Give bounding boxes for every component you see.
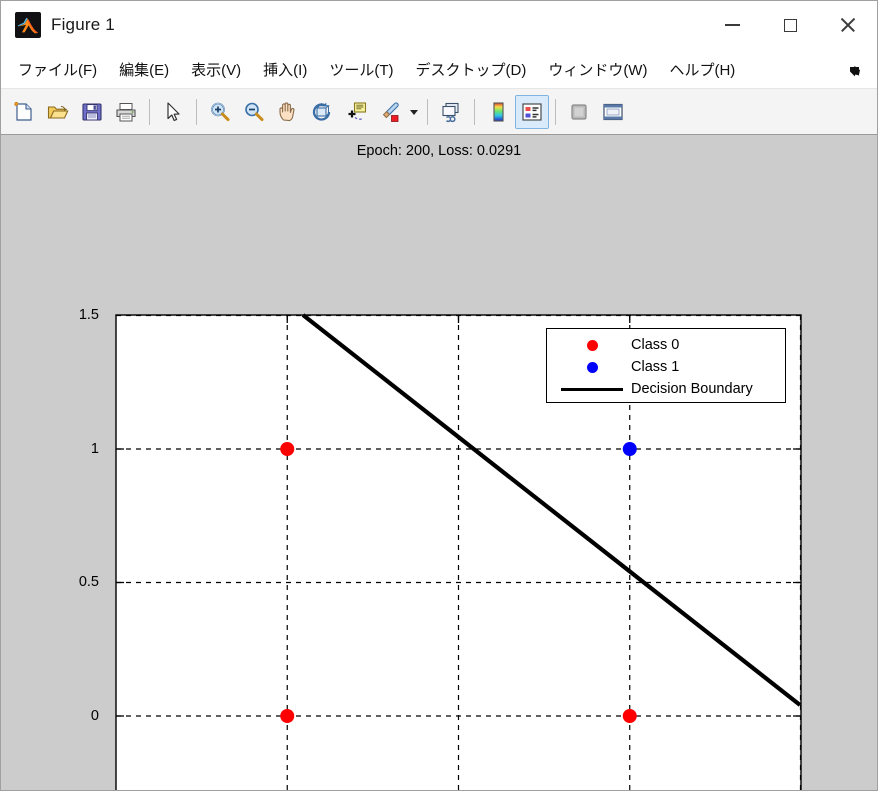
brush-icon: [382, 101, 399, 122]
legend-icon: [522, 102, 542, 121]
show-plot-tools-button[interactable]: [596, 95, 630, 129]
plot-tools-on-icon: [603, 103, 623, 120]
rotate-3d-icon: [312, 102, 331, 121]
red-dot-icon: [586, 339, 598, 351]
legend-key-class-1: [553, 361, 631, 373]
open-folder-icon: [47, 105, 69, 119]
legend-entry-decision-boundary: Decision Boundary: [553, 378, 777, 400]
link-plot-button[interactable]: [434, 95, 468, 129]
toolbar-separator: [474, 98, 475, 125]
y-tick-label-1: 1: [90, 441, 99, 457]
legend-key-decision-boundary: [553, 387, 631, 391]
toolbar-separator: [196, 98, 197, 125]
black-line-icon: [561, 387, 623, 391]
maximize-button[interactable]: [761, 1, 819, 49]
toolbar-separator: [149, 98, 150, 125]
pan-button[interactable]: [271, 95, 305, 129]
caret-down-icon: [410, 109, 418, 115]
toolbar-separator: [427, 98, 428, 125]
zoom-out-button[interactable]: [237, 95, 271, 129]
menu-window[interactable]: ウィンドウ(W): [537, 55, 658, 84]
hide-plot-tools-button[interactable]: [562, 95, 596, 129]
menu-bar: ファイル(F) 編集(E) 表示(V) 挿入(I) ツール(T) デスクトップ(…: [1, 50, 877, 89]
maximize-icon: [783, 18, 797, 32]
zoom-in-button[interactable]: [203, 95, 237, 129]
minimize-icon: [724, 24, 740, 26]
data-tip-icon: [348, 101, 367, 120]
pointer-button[interactable]: [156, 95, 190, 129]
toolbar: [1, 89, 877, 135]
plot-svg: [115, 313, 802, 790]
magnifier-plus-icon: [211, 102, 230, 121]
save-figure-button[interactable]: [75, 95, 109, 129]
brush-button[interactable]: [373, 95, 407, 129]
legend-entry-class-1: Class 1: [553, 356, 777, 378]
hand-icon: [279, 101, 295, 121]
menu-tools[interactable]: ツール(T): [318, 55, 404, 84]
legend-entry-class-0: Class 0: [553, 334, 777, 356]
menu-desktop[interactable]: デスクトップ(D): [404, 55, 537, 84]
menu-edit[interactable]: 編集(E): [108, 55, 180, 84]
class-1-points: [622, 442, 637, 456]
menu-view[interactable]: 表示(V): [180, 55, 252, 84]
toolbar-separator: [555, 98, 556, 125]
legend-label-decision-boundary: Decision Boundary: [631, 381, 753, 397]
brush-color-dropdown[interactable]: [407, 95, 421, 129]
legend-label-class-1: Class 1: [631, 359, 680, 375]
colorbar-button[interactable]: [481, 95, 515, 129]
floppy-save-icon: [82, 102, 102, 121]
minimize-button[interactable]: [703, 1, 761, 49]
open-file-button[interactable]: [41, 95, 75, 129]
print-figure-button[interactable]: [109, 95, 143, 129]
y-tick-label-1.5: 1.5: [78, 307, 99, 323]
figure-canvas[interactable]: Epoch: 200, Loss: 0.0291 1.5 1 0.5 0 Cla…: [1, 135, 877, 790]
legend-key-class-0: [553, 339, 631, 351]
blue-dot-icon: [586, 361, 598, 373]
plot-legend[interactable]: Class 0 Class 1 Decision Boundary: [546, 328, 786, 403]
new-document-icon: [14, 101, 32, 121]
figure-window: Figure 1 ファイル(F) 編集(E) 表示(V) 挿入(I) ツール(T…: [0, 0, 878, 791]
new-figure-button[interactable]: [7, 95, 41, 129]
menu-insert[interactable]: 挿入(I): [252, 55, 318, 84]
menu-file[interactable]: ファイル(F): [7, 55, 108, 84]
data-cursor-button[interactable]: [339, 95, 373, 129]
window-title: Figure 1: [51, 15, 115, 34]
plot-tools-off-icon: [571, 103, 587, 120]
rotate-3d-button[interactable]: [305, 95, 339, 129]
legend-label-class-0: Class 0: [631, 337, 680, 353]
magnifier-minus-icon: [245, 102, 264, 121]
printer-icon: [116, 102, 136, 121]
close-button[interactable]: [819, 1, 877, 49]
close-icon: [840, 17, 856, 33]
y-tick-label-0.5: 0.5: [78, 574, 99, 590]
matlab-icon: [15, 12, 41, 38]
window-controls: [703, 1, 877, 49]
link-plot-icon: [442, 102, 459, 122]
dock-arrow-icon[interactable]: [847, 63, 863, 79]
legend-button[interactable]: [515, 94, 549, 129]
colorbar-icon: [493, 101, 504, 122]
title-bar: Figure 1: [1, 1, 877, 50]
arrow-cursor-icon: [167, 101, 180, 121]
menu-help[interactable]: ヘルプ(H): [658, 55, 746, 84]
y-tick-label-0: 0: [90, 708, 99, 724]
